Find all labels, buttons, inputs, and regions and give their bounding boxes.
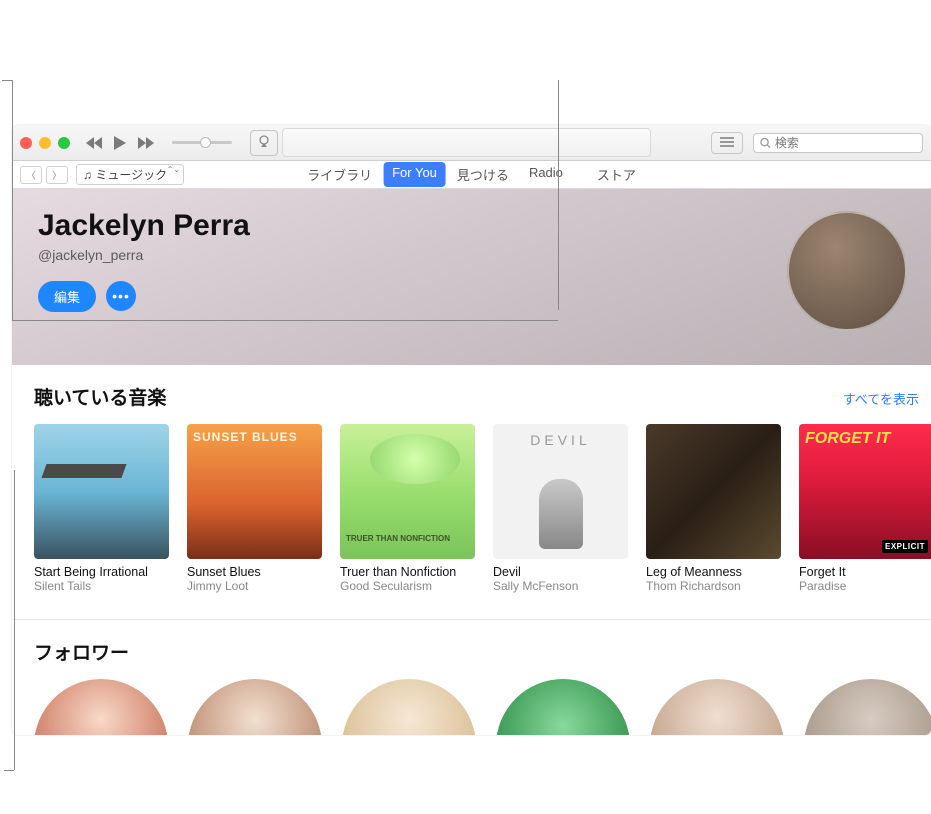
explicit-badge: EXPLICIT (882, 540, 928, 553)
playback-controls (84, 130, 278, 156)
follower-avatar[interactable] (342, 679, 476, 735)
followers-row (34, 679, 931, 735)
window-controls (20, 137, 70, 149)
tab-store[interactable]: ストア (588, 162, 645, 187)
album-card[interactable]: Start Being Irrational Silent Tails (34, 424, 169, 593)
album-card[interactable]: Truer than Nonfiction Good Secularism (340, 424, 475, 593)
annotation-line (12, 80, 13, 320)
itunes-window: 〈 〉 ♫ ミュージック ライブラリ For You 見つける Radio スト… (12, 125, 931, 735)
music-icon: ♫ (83, 168, 95, 182)
follower-avatar[interactable] (34, 679, 168, 735)
album-title: Leg of Meanness (646, 565, 781, 579)
edit-profile-button[interactable]: 編集 (38, 281, 96, 312)
titlebar (12, 125, 931, 161)
section-tabs: ライブラリ For You 見つける Radio ストア (298, 162, 645, 187)
now-playing-display[interactable] (282, 128, 651, 157)
see-all-link[interactable]: すべてを表示 (843, 389, 923, 408)
search-input[interactable] (775, 136, 916, 150)
annotation-line (14, 470, 15, 770)
previous-button[interactable] (84, 137, 104, 149)
album-artist: Good Secularism (340, 579, 475, 593)
album-card[interactable]: EXPLICIT Forget It Paradise (799, 424, 931, 593)
profile-header: Jackelyn Perra @jackelyn_perra 編集 ••• (12, 189, 931, 365)
media-picker[interactable]: ♫ ミュージック (76, 164, 184, 185)
album-artist: Silent Tails (34, 579, 169, 593)
follower-avatar[interactable] (650, 679, 784, 735)
minimize-button[interactable] (39, 137, 51, 149)
listening-section-title: 聴いている音楽 (34, 383, 166, 410)
follower-avatar[interactable] (804, 679, 931, 735)
follower-avatar[interactable] (496, 679, 630, 735)
album-artist: Jimmy Loot (187, 579, 322, 593)
album-title: Sunset Blues (187, 565, 322, 579)
more-options-button[interactable]: ••• (106, 281, 136, 311)
media-picker-label: ミュージック (95, 168, 167, 182)
tab-radio[interactable]: Radio (520, 162, 572, 187)
volume-slider[interactable] (172, 141, 232, 144)
next-button[interactable] (136, 137, 156, 149)
search-field[interactable] (753, 133, 923, 153)
album-artist: Thom Richardson (646, 579, 781, 593)
divider (12, 619, 931, 620)
follower-avatar[interactable] (188, 679, 322, 735)
album-title: Devil (493, 565, 628, 579)
annotation-line (4, 770, 14, 771)
followers-section-title: フォロワー (34, 638, 129, 665)
album-art (34, 424, 169, 559)
album-art (340, 424, 475, 559)
up-next-button[interactable] (711, 132, 743, 154)
navigation-bar: 〈 〉 ♫ ミュージック ライブラリ For You 見つける Radio スト… (12, 161, 931, 189)
album-title: Start Being Irrational (34, 565, 169, 579)
album-card[interactable]: Sunset Blues Jimmy Loot (187, 424, 322, 593)
annotation-line (12, 320, 558, 321)
annotation-line (2, 80, 12, 81)
album-card[interactable]: Devil Sally McFenson (493, 424, 628, 593)
annotation-line (558, 80, 559, 310)
back-button[interactable]: 〈 (20, 166, 42, 184)
tab-for-you[interactable]: For You (383, 162, 446, 187)
search-icon (760, 137, 771, 149)
album-art: EXPLICIT (799, 424, 931, 559)
album-art (493, 424, 628, 559)
profile-handle: @jackelyn_perra (38, 247, 905, 263)
album-artist: Sally McFenson (493, 579, 628, 593)
listening-album-row: Start Being Irrational Silent Tails Suns… (34, 424, 931, 593)
zoom-button[interactable] (58, 137, 70, 149)
profile-avatar[interactable] (787, 211, 907, 331)
album-title: Truer than Nonfiction (340, 565, 475, 579)
play-button[interactable] (110, 136, 130, 150)
album-title: Forget It (799, 565, 931, 579)
album-artist: Paradise (799, 579, 931, 593)
content-area: 聴いている音楽 すべてを表示 Start Being Irrational Si… (12, 365, 931, 735)
forward-button[interactable]: 〉 (46, 166, 68, 184)
profile-display-name: Jackelyn Perra (38, 209, 905, 243)
album-art (646, 424, 781, 559)
airplay-button[interactable] (250, 130, 278, 156)
album-art (187, 424, 322, 559)
album-card[interactable]: Leg of Meanness Thom Richardson (646, 424, 781, 593)
tab-browse[interactable]: 見つける (448, 162, 518, 187)
tab-library[interactable]: ライブラリ (298, 162, 381, 187)
close-button[interactable] (20, 137, 32, 149)
